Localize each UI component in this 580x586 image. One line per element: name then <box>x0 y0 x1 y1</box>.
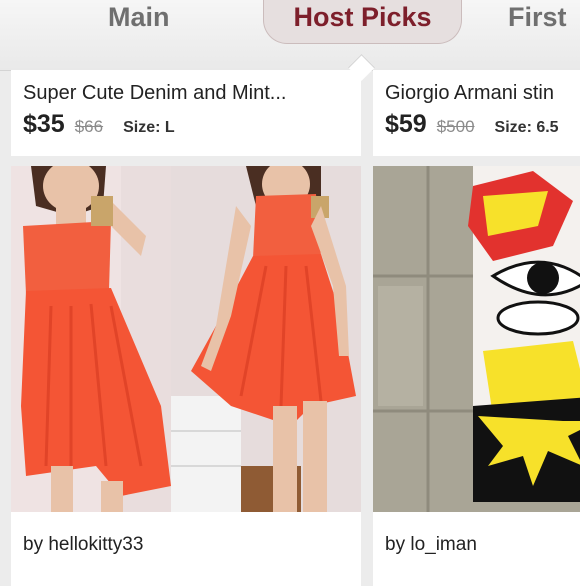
listing-title: Giorgio Armani stin <box>385 82 554 104</box>
listing-size: Size: L <box>123 119 175 136</box>
price-row: $59 $500 Size: 6.5 <box>385 110 559 139</box>
tab-host-picks[interactable]: Host Picks <box>263 0 462 44</box>
listing-info-card[interactable]: Super Cute Denim and Mint... $35 $66 Size:… <box>11 70 361 156</box>
seller-name[interactable]: by hellokitty33 <box>23 534 143 556</box>
listing-card[interactable]: by hellokitty33 <box>11 166 361 586</box>
price-row: $35 $66 Size: L <box>23 110 175 139</box>
tab-bar: Main Host Picks First <box>0 0 580 71</box>
tab-first[interactable]: First <box>508 0 567 44</box>
listing-size: Size: 6.5 <box>494 119 559 136</box>
listing-card[interactable]: by lo_iman <box>373 166 580 586</box>
listing-photo[interactable] <box>11 166 361 512</box>
listing-price: $59 <box>385 110 427 138</box>
listing-photo[interactable] <box>373 166 580 512</box>
seller-name[interactable]: by lo_iman <box>385 534 477 556</box>
listing-title: Super Cute Denim and Mint... <box>23 82 287 104</box>
skirt-photo-illustration <box>373 166 580 512</box>
listing-info-card[interactable]: Giorgio Armani stin $59 $500 Size: 6.5 <box>373 70 580 156</box>
dress-photo-illustration <box>11 166 361 512</box>
listing-price: $35 <box>23 110 65 138</box>
original-price: $66 <box>74 117 104 136</box>
tab-main[interactable]: Main <box>108 0 170 44</box>
original-price: $500 <box>436 117 475 136</box>
